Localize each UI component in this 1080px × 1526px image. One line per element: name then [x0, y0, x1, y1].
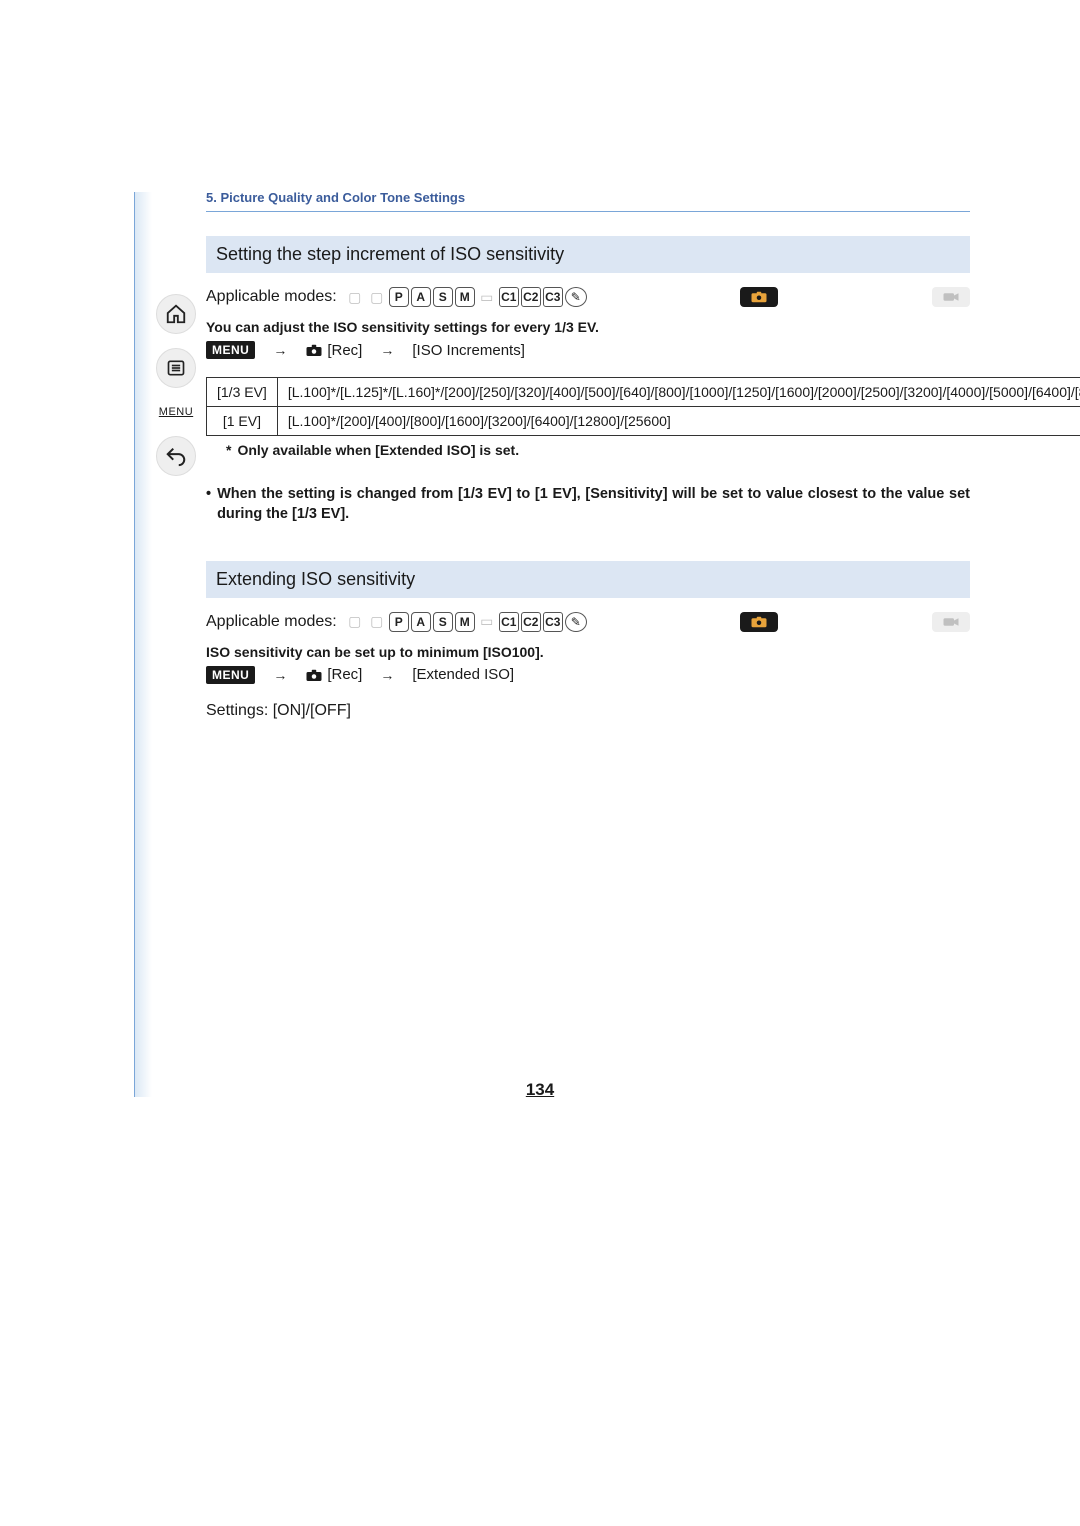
mode-m-icon: M — [455, 612, 475, 632]
mode-c2-icon: C2 — [521, 612, 541, 632]
photo-badge-icon — [740, 612, 778, 632]
section-heading-iso-increment: Setting the step increment of ISO sensit… — [206, 236, 970, 273]
applicable-modes-label: Applicable modes: — [206, 613, 337, 631]
mode-s-icon: S — [433, 612, 453, 632]
change-note-text: When the setting is changed from [1/3 EV… — [217, 484, 970, 525]
ia-plus-icon: ▢ — [367, 287, 387, 307]
divider — [206, 211, 970, 212]
arrow-icon: → — [380, 667, 394, 683]
menu-item-iso-increments: [ISO Increments] — [412, 342, 525, 359]
menu-badge-icon: MENU — [206, 666, 255, 684]
sidebar-nav: MENU — [152, 294, 200, 476]
iso-values-table: [1/3 EV] [L.100]*/[L.125]*/[L.160]*/[200… — [206, 377, 1080, 436]
mode-p-icon: P — [389, 612, 409, 632]
applicable-modes-row-2: Applicable modes: ▢ ▢ P A S M ▭ C1 C2 C3… — [206, 612, 970, 632]
mode-s-icon: S — [433, 287, 453, 307]
chapter-title: Picture Quality and Color Tone Settings — [220, 190, 465, 205]
page-number[interactable]: 134 — [0, 1080, 1080, 1100]
ia-icon: ▢ — [345, 612, 365, 632]
mode-a-icon: A — [411, 287, 431, 307]
menu-path-1: MENU → [Rec] → [ISO Increments] — [206, 341, 970, 359]
cell-1-3-ev-key: [1/3 EV] — [207, 378, 278, 407]
page-content: 5. Picture Quality and Color Tone Settin… — [206, 190, 970, 720]
creative-mode-icon: ✎ — [565, 287, 587, 307]
mode-c3-icon: C3 — [543, 287, 563, 307]
table-row: [1/3 EV] [L.100]*/[L.125]*/[L.160]*/[200… — [207, 378, 1080, 407]
rec-category: [Rec] — [305, 666, 362, 683]
applicable-modes-row-1: Applicable modes: ▢ ▢ P A S M ▭ C1 C2 C3… — [206, 287, 970, 307]
table-row: [1 EV] [L.100]*/[200]/[400]/[800]/[1600]… — [207, 407, 1080, 436]
rec-label: [Rec] — [327, 342, 362, 359]
mode-p-icon: P — [389, 287, 409, 307]
cell-1-ev-key: [1 EV] — [207, 407, 278, 436]
footnote-text: Only available when [Extended ISO] is se… — [237, 442, 519, 458]
camera-icon — [305, 668, 323, 682]
section-heading-extended-iso: Extending ISO sensitivity — [206, 561, 970, 598]
arrow-icon: → — [380, 342, 394, 358]
mode-c2-icon: C2 — [521, 287, 541, 307]
arrow-icon: → — [273, 667, 287, 683]
section1-description: You can adjust the ISO sensitivity setti… — [206, 319, 970, 335]
mode-a-icon: A — [411, 612, 431, 632]
home-icon[interactable] — [156, 294, 196, 334]
cell-1-3-ev-values: [L.100]*/[L.125]*/[L.160]*/[200]/[250]/[… — [277, 378, 1080, 407]
arrow-icon: → — [273, 342, 287, 358]
mode-icons-2: ▢ ▢ P A S M ▭ C1 C2 C3 ✎ — [345, 612, 587, 632]
menu-badge-icon: MENU — [206, 341, 255, 359]
contents-icon[interactable] — [156, 348, 196, 388]
video-badge-icon — [932, 287, 970, 307]
rec-category: [Rec] — [305, 342, 362, 359]
bullet-icon: • — [206, 484, 211, 525]
photo-badge-icon — [740, 287, 778, 307]
chapter-number: 5. — [206, 190, 217, 205]
rec-label: [Rec] — [327, 666, 362, 683]
mode-c1-icon: C1 — [499, 287, 519, 307]
mode-c1-icon: C1 — [499, 612, 519, 632]
ia-plus-icon: ▢ — [367, 612, 387, 632]
footnote: * Only available when [Extended ISO] is … — [206, 442, 970, 458]
camera-icon — [305, 343, 323, 357]
creative-mode-icon: ✎ — [565, 612, 587, 632]
video-badge-icon — [932, 612, 970, 632]
mode-c3-icon: C3 — [543, 612, 563, 632]
page: MENU 5. Picture Quality and Color Tone S… — [0, 0, 1080, 1526]
applicable-modes-label: Applicable modes: — [206, 288, 337, 306]
chapter-header: 5. Picture Quality and Color Tone Settin… — [206, 190, 970, 205]
mode-m-icon: M — [455, 287, 475, 307]
asterisk-mark: * — [226, 442, 231, 458]
back-icon[interactable] — [156, 436, 196, 476]
movie-mode-icon: ▭ — [477, 612, 497, 632]
menu-item-extended-iso: [Extended ISO] — [412, 666, 514, 683]
ia-icon: ▢ — [345, 287, 365, 307]
mode-icons-1: ▢ ▢ P A S M ▭ C1 C2 C3 ✎ — [345, 287, 587, 307]
cell-1-ev-values: [L.100]*/[200]/[400]/[800]/[1600]/[3200]… — [277, 407, 1080, 436]
menu-label[interactable]: MENU — [159, 406, 193, 418]
menu-path-2: MENU → [Rec] → [Extended ISO] — [206, 666, 970, 684]
change-note: • When the setting is changed from [1/3 … — [206, 484, 970, 525]
section2-description: ISO sensitivity can be set up to minimum… — [206, 644, 970, 660]
settings-options: Settings: [ON]/[OFF] — [206, 702, 970, 720]
movie-mode-icon: ▭ — [477, 287, 497, 307]
page-left-gradient — [134, 192, 152, 1097]
